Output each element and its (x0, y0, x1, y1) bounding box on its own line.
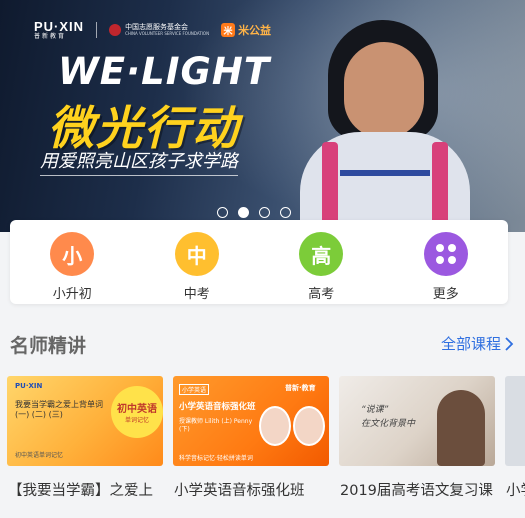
category-more[interactable]: 更多 (384, 220, 509, 304)
more-grid-icon (423, 232, 468, 276)
puxin-logo: PU·XIN 普新教育 (34, 19, 85, 40)
carousel-dot[interactable] (217, 207, 228, 218)
carousel-dot-active[interactable] (238, 207, 249, 218)
banner-carousel[interactable]: PU·XIN 普新教育 中国志愿服务基金会 CHINA VOLUNTEER SE… (0, 0, 525, 232)
logo-divider (96, 22, 98, 38)
category-middle-school-exam[interactable]: 中 中考 (135, 220, 260, 304)
primary-to-middle-icon: 小 (50, 232, 95, 276)
teacher-avatar (293, 406, 325, 446)
carousel-dot[interactable] (259, 207, 270, 218)
all-courses-link[interactable]: 全部课程 (441, 333, 514, 354)
teacher-photo (437, 390, 485, 466)
foundation-logo: 中国志愿服务基金会 CHINA VOLUNTEER SERVICE FOUNDA… (109, 23, 209, 36)
mi-charity-icon: 米 (221, 23, 236, 37)
foundation-emblem-icon (109, 24, 122, 36)
middle-school-exam-icon: 中 (174, 232, 219, 276)
banner-headline: WE·LIGHT (58, 50, 271, 93)
banner-subtitle: 用爱照亮山区孩子求学路 (40, 147, 238, 176)
course-title[interactable]: 2019届高考语文复习课 (340, 479, 496, 500)
college-exam-icon: 高 (299, 232, 344, 276)
teacher-avatar (259, 406, 291, 446)
category-panel: 小 小升初 中 中考 高 高考 更多 (10, 220, 508, 304)
carousel-indicator (217, 207, 291, 218)
course-thumbnail[interactable]: PU·XIN 我要当学霸之爱上背单词 (一) (二) (三) 初中英语 单词记忆… (7, 376, 163, 466)
mi-charity-logo: 米 米公益 (221, 22, 271, 38)
chevron-right-icon (505, 336, 514, 351)
course-thumbnail[interactable] (505, 376, 525, 466)
course-thumbnail[interactable]: “说课” 在文化背景中 (339, 376, 495, 466)
course-thumbnail[interactable]: 小学英语 普新·教育 小学英语音标强化班 授课教师 Lilith (上) Pen… (173, 376, 329, 466)
course-title[interactable]: 【我要当学霸】之爱上 (8, 479, 164, 500)
course-title[interactable]: 小学 (506, 479, 525, 500)
carousel-dot[interactable] (280, 207, 291, 218)
section-title: 名师精讲 (10, 335, 87, 357)
category-primary-to-middle[interactable]: 小 小升初 (10, 220, 135, 304)
course-subject-badge: 初中英语 单词记忆 (111, 386, 163, 438)
course-title[interactable]: 小学英语音标强化班 (174, 479, 330, 500)
category-college-exam[interactable]: 高 高考 (259, 220, 384, 304)
banner-logos: PU·XIN 普新教育 中国志愿服务基金会 CHINA VOLUNTEER SE… (34, 20, 271, 40)
banner-child-photo (300, 20, 470, 232)
